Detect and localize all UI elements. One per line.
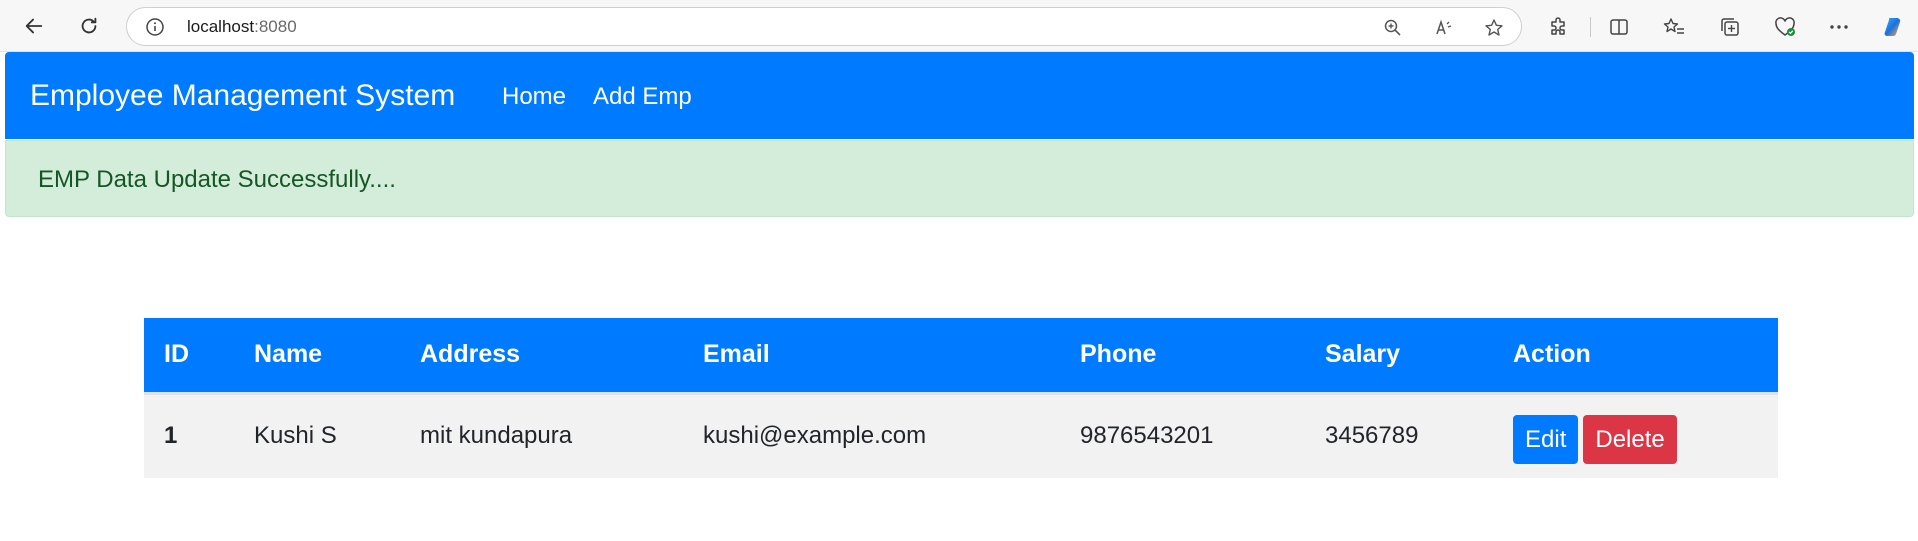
more-icon[interactable] — [1826, 14, 1852, 40]
cell-action: Edit Delete — [1493, 393, 1778, 478]
column-header-action: Action — [1493, 318, 1778, 395]
table-header-row: ID Name Address Email Phone Salary Actio… — [144, 318, 1778, 395]
url-port: :8080 — [254, 17, 297, 36]
column-header-salary: Salary — [1305, 318, 1493, 395]
cell-email: kushi@example.com — [703, 422, 927, 450]
extensions-icon[interactable] — [1546, 14, 1572, 40]
info-icon[interactable] — [145, 17, 165, 37]
cell-name: Kushi S — [254, 422, 337, 450]
delete-button[interactable]: Delete — [1583, 414, 1677, 464]
edit-button[interactable]: Edit — [1513, 414, 1579, 464]
column-header-name: Name — [234, 318, 400, 395]
column-header-email: Email — [683, 318, 1060, 395]
table-row: 1 Kushi S mit kundapura kushi@example.co… — [144, 393, 1778, 478]
back-icon[interactable] — [18, 10, 50, 42]
url-host: localhost — [187, 17, 255, 36]
browser-essentials-icon[interactable] — [1772, 14, 1798, 40]
success-alert: EMP Data Update Successfully.... — [5, 140, 1914, 217]
navbar: Employee Management System Home Add Emp — [5, 52, 1914, 139]
split-screen-icon[interactable] — [1606, 14, 1632, 40]
column-header-id: ID — [144, 318, 234, 395]
cell-id: 1 — [164, 422, 178, 450]
browser-toolbar: localhost:8080 — [0, 0, 1918, 52]
zoom-icon[interactable] — [1381, 16, 1405, 40]
address-bar[interactable]: localhost:8080 — [126, 7, 1522, 46]
cell-phone: 9876543201 — [1080, 422, 1214, 450]
employee-table-container: ID Name Address Email Phone Salary Actio… — [144, 318, 1778, 478]
read-aloud-icon[interactable] — [1432, 16, 1456, 40]
nav-link-add-emp[interactable]: Add Emp — [593, 82, 692, 112]
reload-icon[interactable] — [73, 10, 105, 42]
cell-address: mit kundapura — [420, 422, 573, 450]
collections-icon[interactable] — [1717, 14, 1743, 40]
cell-salary: 3456789 — [1325, 422, 1419, 450]
column-header-phone: Phone — [1060, 318, 1305, 395]
favorite-star-icon[interactable] — [1482, 16, 1506, 40]
alert-message: EMP Data Update Successfully.... — [38, 166, 396, 193]
employee-table: ID Name Address Email Phone Salary Actio… — [144, 318, 1778, 478]
navbar-brand[interactable]: Employee Management System — [30, 79, 455, 113]
nav-link-home[interactable]: Home — [502, 82, 566, 112]
toolbar-divider — [1590, 17, 1591, 37]
copilot-icon[interactable] — [1880, 14, 1906, 40]
column-header-address: Address — [400, 318, 683, 395]
app-page: Employee Management System Home Add Emp … — [5, 52, 1914, 541]
favorites-icon[interactable] — [1661, 14, 1687, 40]
url-text[interactable]: localhost:8080 — [187, 17, 297, 37]
